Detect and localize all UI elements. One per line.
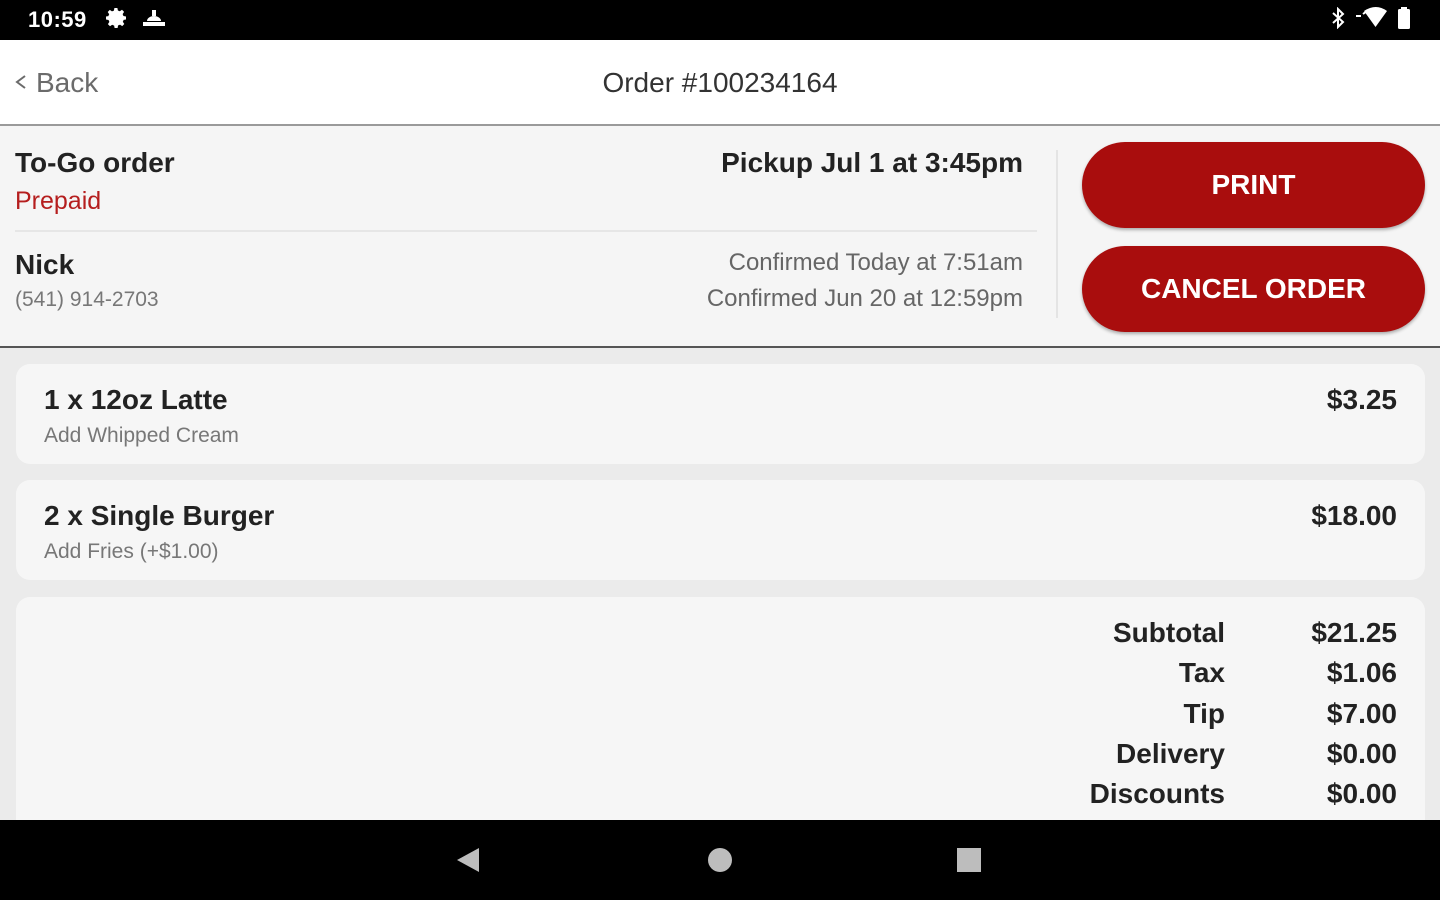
item-title: 2 x Single Burger <box>44 500 275 531</box>
chevron-left-icon <box>14 67 28 99</box>
item-modifier: Add Whipped Cream <box>44 424 239 447</box>
order-type: To-Go order <box>15 147 175 178</box>
customer-phone: (541) 914-2703 <box>15 288 159 311</box>
totals-value: $0.00 <box>1326 738 1397 769</box>
customer-name: Nick <box>15 249 75 280</box>
totals-row-tip: Tip $7.00 <box>1057 698 1397 738</box>
status-time: 10:59 <box>28 7 87 32</box>
notification-icon <box>141 6 167 35</box>
totals-value: $1.06 <box>1326 657 1397 688</box>
gear-icon <box>105 6 129 35</box>
item-modifier: Add Fries (+$1.00) <box>44 540 219 563</box>
cancel-order-button[interactable]: CANCEL ORDER <box>1082 246 1425 332</box>
totals-row-discounts: Discounts $0.00 <box>1057 778 1397 818</box>
header: Back Order #100234164 <box>0 40 1440 126</box>
confirmation-time: Confirmed Jun 20 at 12:59pm <box>706 285 1023 312</box>
status-left-icons <box>105 6 167 35</box>
battery-icon <box>1396 6 1412 35</box>
totals-value: $21.25 <box>1311 617 1397 648</box>
status-right-icons <box>1330 6 1412 35</box>
order-item-card: 2 x Single Burger Add Fries (+$1.00) $18… <box>16 480 1425 580</box>
item-price: $3.25 <box>1326 384 1397 415</box>
back-label: Back <box>36 67 99 98</box>
totals-row-subtotal: Subtotal $21.25 <box>1057 617 1397 657</box>
order-totals-card: Subtotal $21.25 Tax $1.06 Tip $7.00 Deli… <box>16 597 1425 857</box>
payment-status: Prepaid <box>15 187 102 215</box>
confirmation-time: Confirmed Today at 7:51am <box>728 249 1023 276</box>
print-button[interactable]: PRINT <box>1082 142 1425 228</box>
item-title: 1 x 12oz Latte <box>44 384 228 415</box>
totals-row-delivery: Delivery $0.00 <box>1057 738 1397 778</box>
page-title: Order #100234164 <box>602 67 838 98</box>
totals-label: Delivery <box>1116 738 1225 769</box>
recents-square-icon[interactable] <box>953 844 985 876</box>
divider <box>15 230 1037 232</box>
totals-value: $0.00 <box>1326 778 1397 809</box>
totals-value: $7.00 <box>1326 698 1397 729</box>
totals-label: Tip <box>1183 698 1225 729</box>
home-circle-icon[interactable] <box>704 844 736 876</box>
back-button[interactable]: Back <box>14 40 98 126</box>
pickup-time: Pickup Jul 1 at 3:45pm <box>721 147 1023 178</box>
totals-label: Subtotal <box>1113 617 1225 648</box>
bluetooth-icon <box>1330 6 1346 34</box>
wifi-icon <box>1354 6 1388 34</box>
back-triangle-icon[interactable] <box>452 844 484 876</box>
divider <box>1056 150 1058 318</box>
totals-label: Discounts <box>1089 778 1225 809</box>
order-info-panel: To-Go order Prepaid Pickup Jul 1 at 3:45… <box>0 126 1440 348</box>
totals-row-tax: Tax $1.06 <box>1057 657 1397 697</box>
order-item-card: 1 x 12oz Latte Add Whipped Cream $3.25 <box>16 364 1425 464</box>
item-price: $18.00 <box>1311 500 1397 531</box>
totals-label: Tax <box>1178 657 1225 688</box>
order-details: To-Go order Prepaid Pickup Jul 1 at 3:45… <box>15 126 1037 346</box>
status-bar: 10:59 <box>0 0 1440 40</box>
navigation-bar <box>0 820 1440 900</box>
